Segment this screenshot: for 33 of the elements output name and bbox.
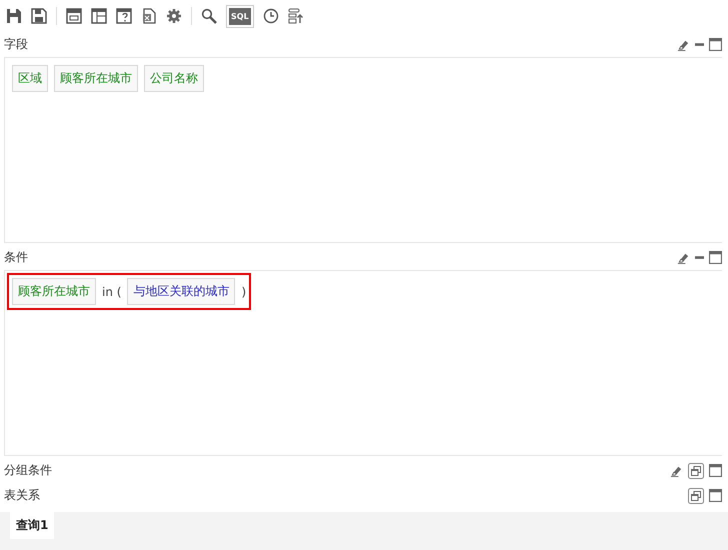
restore-icon[interactable] (688, 462, 704, 478)
field-chip[interactable]: 顾客所在城市 (54, 65, 138, 92)
clock-icon[interactable] (262, 8, 279, 24)
help-form-icon[interactable] (116, 8, 132, 24)
restore-icon[interactable] (688, 488, 704, 504)
section-title: 分组条件 (4, 462, 52, 479)
operator-text: in ( (102, 284, 122, 298)
sql-button[interactable]: SQL (226, 4, 254, 28)
maximize-icon[interactable] (709, 38, 722, 51)
save-icon[interactable] (6, 8, 22, 24)
eraser-icon[interactable] (677, 38, 690, 51)
minimize-icon[interactable] (695, 256, 704, 260)
section-title: 字段 (4, 36, 28, 53)
save-as-icon[interactable] (31, 8, 47, 24)
field-chip[interactable]: 顾客所在城市 (12, 278, 96, 305)
layout-icon[interactable] (66, 8, 82, 24)
section-title: 条件 (4, 249, 28, 266)
table-icon[interactable] (91, 8, 107, 24)
maximize-icon[interactable] (709, 464, 722, 477)
eraser-icon[interactable] (677, 251, 690, 264)
parameter-chip[interactable]: 与地区关联的城市 (127, 278, 236, 305)
search-icon[interactable] (201, 8, 217, 24)
sort-up-icon[interactable] (288, 8, 304, 24)
maximize-icon[interactable] (709, 251, 722, 264)
section-title: 表关系 (4, 487, 40, 504)
field-chip[interactable]: 公司名称 (144, 65, 204, 92)
field-chip[interactable]: 区域 (12, 65, 48, 92)
minimize-icon[interactable] (695, 42, 704, 46)
operator-text: ) (241, 284, 246, 298)
settings-icon[interactable] (166, 8, 182, 24)
maximize-icon[interactable] (709, 489, 722, 502)
query-tab[interactable]: 查询1 (10, 512, 54, 539)
eraser-icon[interactable] (670, 464, 683, 477)
